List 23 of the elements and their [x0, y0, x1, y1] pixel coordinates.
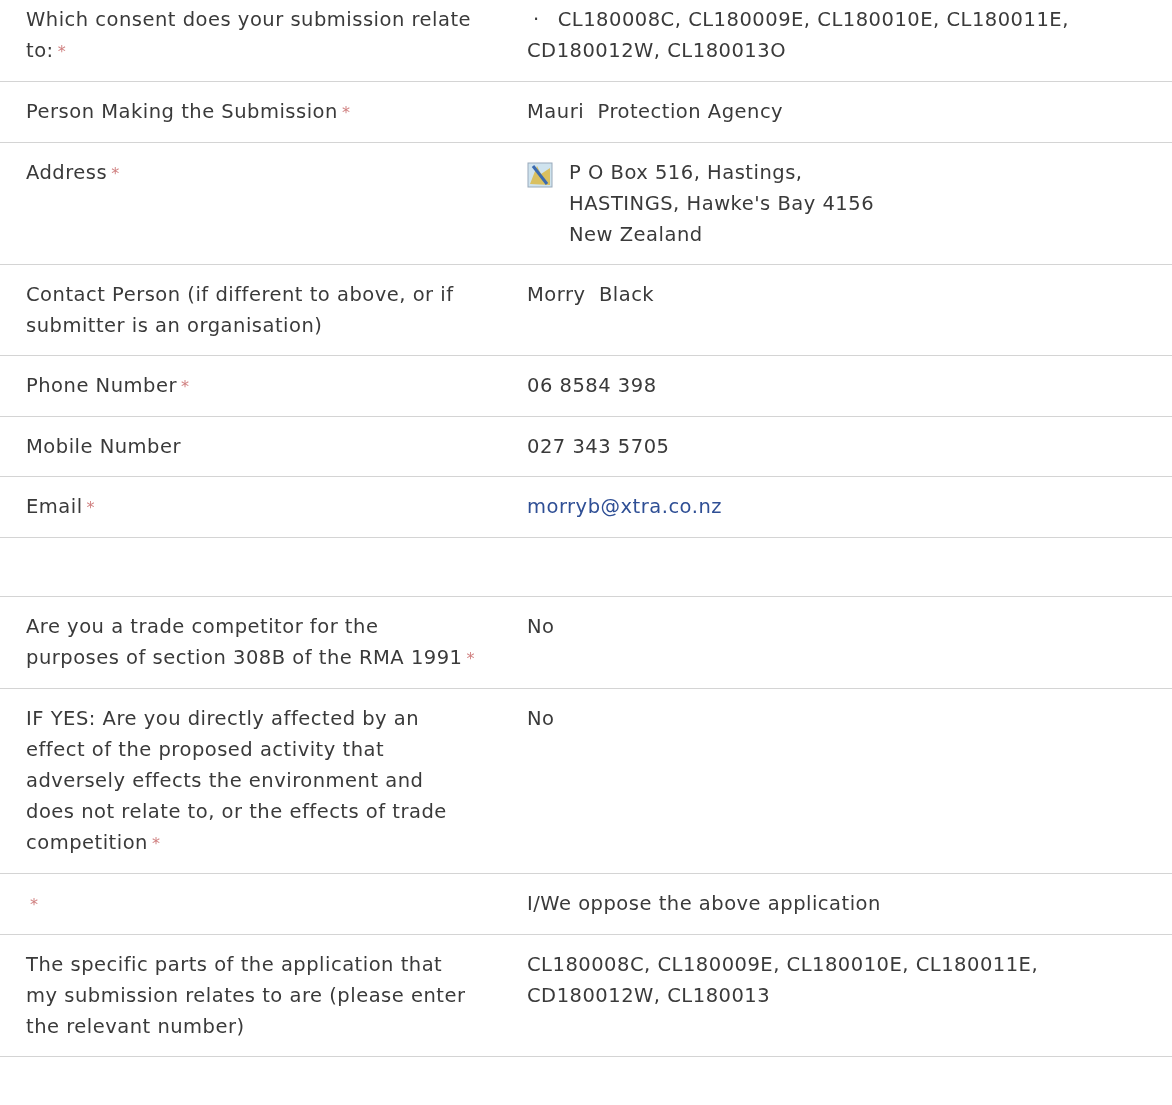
email-link[interactable]: morryb@xtra.co.nz: [527, 495, 722, 518]
field-value: I/We oppose the above application: [527, 891, 882, 917]
field-label: Mobile Number: [26, 434, 181, 460]
field-value: CL180008C, CL180009E, CL180010E, CL180011E, CD180012W, CL180013: [527, 952, 1040, 1009]
field-label: Address *: [26, 160, 120, 186]
field-label: Contact Person (if different to above, or if submitter is an organisation): [26, 282, 455, 339]
map-icon[interactable]: [527, 162, 553, 188]
required-mark: *: [29, 894, 39, 916]
field-value: No: [527, 706, 556, 732]
field-label: The specific parts of the application that my submission relates to are (please enter the relevant number): [26, 952, 467, 1040]
field-value: 06 8584 398: [527, 373, 658, 399]
field-value: Morry Black: [527, 282, 656, 308]
field-label: Person Making the Submission *: [26, 99, 351, 125]
field-value: No: [527, 614, 556, 640]
address-text: P O Box 516, Hastings, HASTINGS, Hawke's Bay 4156 New Zealand: [569, 160, 875, 248]
field-label: IF YES: Are you directly affected by an effect of the proposed activity that adversely effects the environment and does not relate to, or the effects of trade competition *: [26, 706, 448, 856]
field-value: Mauri Protection Agency: [527, 99, 785, 125]
field-value: · CL180008C, CL180009E, CL180010E, CL180011E, CD180012W, CL180013O: [527, 7, 1070, 64]
field-label: Email *: [26, 494, 96, 520]
field-label: Which consent does your submission relate to: *: [26, 7, 473, 64]
field-label: Phone Number *: [26, 373, 190, 399]
field-value: 027 343 5705: [527, 434, 671, 460]
field-label: Are you a trade competitor for the purposes of section 308B of the RMA 1991 *: [26, 614, 477, 671]
